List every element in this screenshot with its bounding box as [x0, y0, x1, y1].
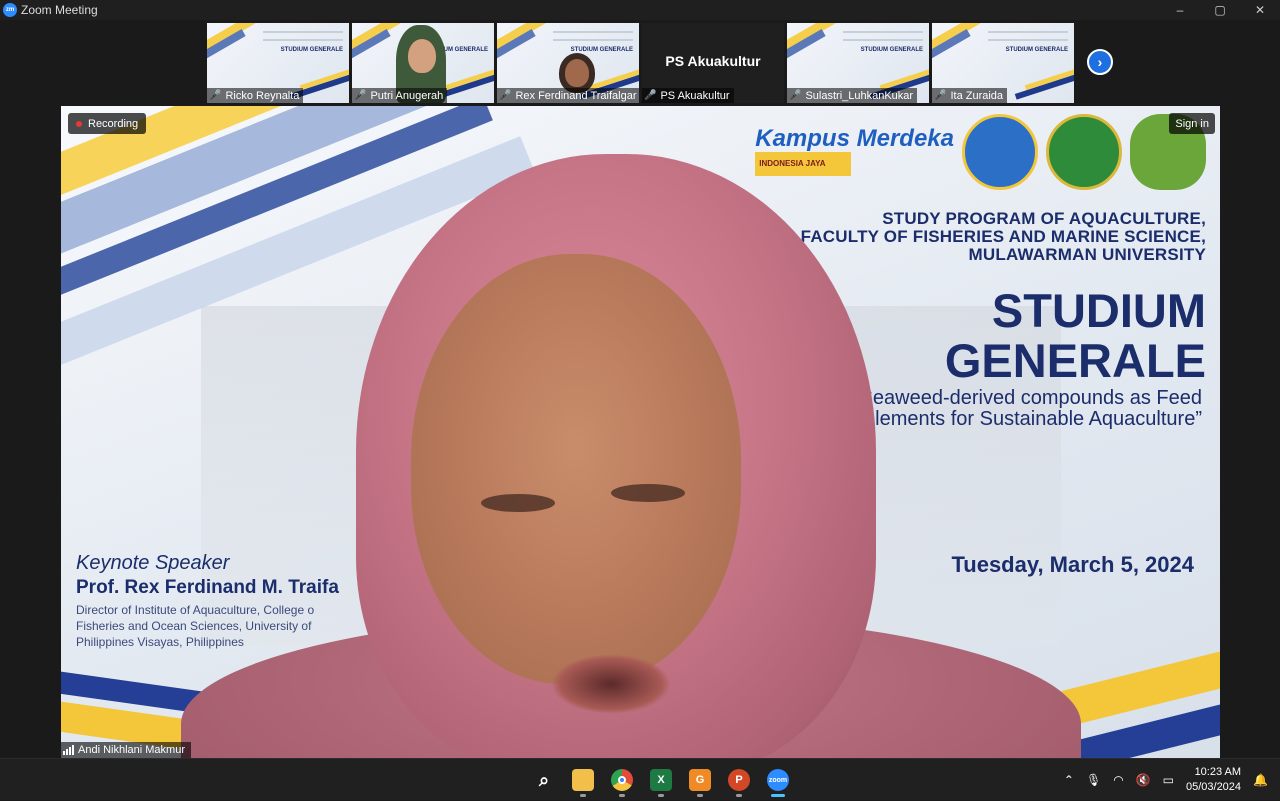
- chrome-button[interactable]: [606, 765, 638, 797]
- participant-tile[interactable]: STUDIUM GENERALE 🎤 Ita Zuraida: [932, 23, 1074, 103]
- chrome-icon: [611, 769, 633, 791]
- thumb-slide-title: STUDIUM GENERALE: [280, 47, 343, 53]
- next-page-chevron-icon[interactable]: ›: [1087, 49, 1113, 75]
- g-app-button[interactable]: G: [684, 765, 716, 797]
- slide-keynote: Keynote Speaker Prof. Rex Ferdinand M. T…: [76, 552, 339, 649]
- mic-muted-icon: 🎤: [209, 90, 222, 101]
- participant-name: Putri Anugerah: [370, 89, 444, 102]
- file-explorer-button[interactable]: [567, 765, 599, 797]
- search-button[interactable]: ⌕: [528, 765, 560, 795]
- participant-tile[interactable]: STUDIUM GENERALE 🎤 Ricko Reynalta: [207, 23, 349, 103]
- notification-bell-icon[interactable]: 🔔: [1253, 773, 1268, 787]
- participant-tile[interactable]: PS Akuakultur 🎤 PS Akuakultur: [642, 23, 784, 103]
- zoom-button[interactable]: zoom: [762, 765, 794, 797]
- system-tray: ⌃ 🎙 ◠ 🔇 ▭ 10:23 AM 05/03/2024 🔔: [1064, 759, 1268, 801]
- participant-name: Ricko Reynalta: [225, 89, 300, 102]
- battery-icon[interactable]: ▭: [1163, 773, 1174, 787]
- recording-indicator[interactable]: Recording: [68, 113, 147, 134]
- sign-in-button[interactable]: Sign in: [1169, 113, 1215, 134]
- mulawarman-logo: [1046, 114, 1122, 190]
- signal-strength-icon: [63, 745, 74, 755]
- search-icon: ⌕: [538, 769, 550, 790]
- folder-icon: [572, 769, 594, 791]
- mic-muted-icon: 🎤: [934, 90, 947, 101]
- thumb-slide-title: STUDIUM GENERALE: [1005, 47, 1068, 53]
- participant-name: PS Akuakultur: [660, 89, 730, 102]
- window-controls: – ▢ ✕: [1160, 0, 1280, 20]
- participant-name: Ita Zuraida: [950, 89, 1004, 102]
- participant-tile[interactable]: STUDIUM GENERALE 🎤 Rex Ferdinand Traifalg…: [497, 23, 639, 103]
- record-dot-icon: [76, 120, 82, 127]
- taskbar: ⌕ X G P zoom ⌃ 🎙 ◠ 🔇 ▭ 10:23 AM 05/03/20…: [0, 758, 1280, 800]
- window-title: Zoom Meeting: [21, 3, 98, 17]
- window-titlebar: zm Zoom Meeting – ▢ ✕: [0, 0, 1280, 20]
- chevron-up-icon[interactable]: ⌃: [1064, 773, 1074, 787]
- zoom-icon: zoom: [767, 769, 789, 791]
- mic-muted-icon: 🎤: [499, 90, 512, 101]
- participant-tile[interactable]: STUDIUM GENERALE 🎤 Sulastri_LuhkanKukar: [787, 23, 929, 103]
- thumb-slide-title: STUDIUM GENERALE: [860, 47, 923, 53]
- app-g-icon: G: [689, 769, 711, 791]
- windows-icon: [494, 769, 516, 791]
- mic-muted-icon: 🎤: [644, 90, 657, 101]
- volume-muted-icon[interactable]: 🔇: [1136, 773, 1151, 787]
- mic-muted-icon: 🎤: [354, 90, 367, 101]
- speaker-video-person: [181, 154, 1081, 758]
- microphone-icon[interactable]: 🎙: [1086, 773, 1101, 787]
- participant-name: Sulastri_LuhkanKukar: [805, 89, 914, 102]
- powerpoint-button[interactable]: P: [723, 765, 755, 797]
- participant-strip: STUDIUM GENERALE 🎤 Ricko Reynalta STUDIUM…: [0, 20, 1280, 106]
- minimize-button[interactable]: –: [1160, 0, 1200, 20]
- close-button[interactable]: ✕: [1240, 0, 1280, 20]
- participant-display-name: PS Akuakultur: [665, 53, 761, 69]
- zoom-app-icon: zm: [3, 3, 17, 17]
- wifi-icon[interactable]: ◠: [1113, 773, 1123, 787]
- participant-tile[interactable]: STUDIUM GENERALE 🎤 Putri Anugerah: [352, 23, 494, 103]
- mic-muted-icon: 🎤: [789, 90, 802, 101]
- participant-name: Rex Ferdinand Traifalgar: [515, 89, 637, 102]
- powerpoint-icon: P: [728, 769, 750, 791]
- excel-button[interactable]: X: [645, 765, 677, 797]
- clock[interactable]: 10:23 AM 05/03/2024: [1186, 765, 1241, 795]
- speaker-name-label: Andi Nikhlani Makmur: [61, 742, 191, 758]
- excel-icon: X: [650, 769, 672, 791]
- start-button[interactable]: [489, 765, 521, 795]
- maximize-button[interactable]: ▢: [1200, 0, 1240, 20]
- main-video: Kampus Merdeka INDONESIA JAYA STUDY PROG…: [61, 106, 1220, 758]
